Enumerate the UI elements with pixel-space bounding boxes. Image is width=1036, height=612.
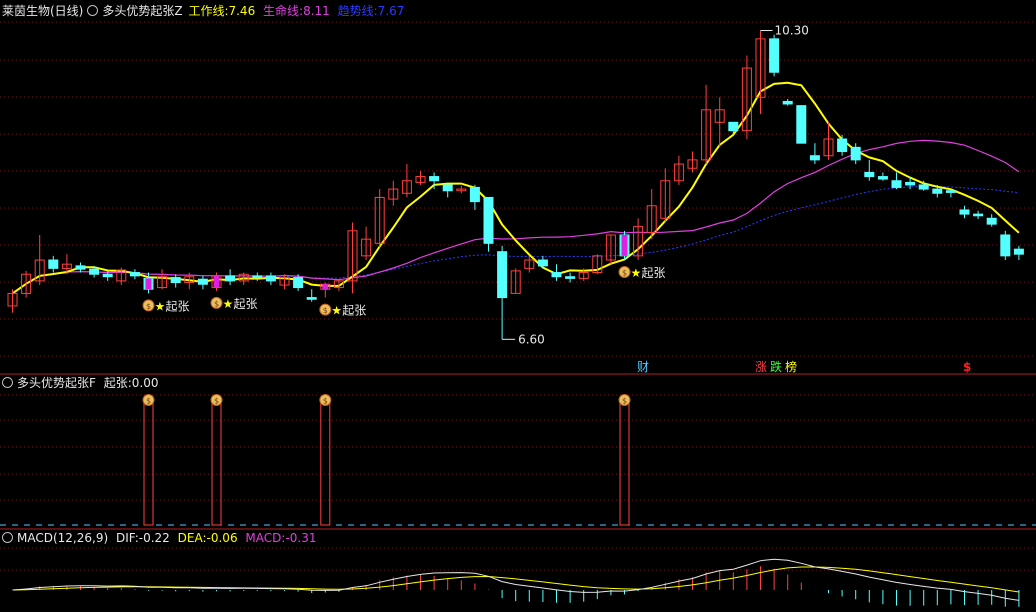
work-line-value: 7.46	[228, 4, 256, 18]
sub-panel-header: 多头优势起张F 起张:0.00	[2, 376, 163, 390]
candle-body	[809, 155, 820, 161]
money-bag-icon-glyph: $	[146, 397, 151, 406]
candle-body	[306, 297, 317, 300]
candle-body	[75, 265, 86, 270]
macd-label: MACD:	[245, 531, 286, 545]
signal-label: 起张	[342, 304, 366, 318]
candle-body	[728, 121, 739, 132]
candle-body	[551, 272, 562, 278]
star-icon: ★	[155, 299, 166, 313]
dea-label: DEA:	[177, 531, 207, 545]
trend-line-label: 趋势线:	[337, 4, 378, 18]
money-bag-icon-glyph: $	[214, 397, 219, 406]
candle-body	[864, 171, 875, 178]
candle-body	[197, 278, 208, 285]
signal-candle	[145, 278, 152, 290]
event-tag-dollar[interactable]: $	[963, 360, 971, 374]
dif-value: -0.22	[138, 531, 170, 545]
event-tag-cai[interactable]: 财	[637, 360, 649, 374]
life-line-value: 8.11	[303, 4, 330, 18]
money-bag-icon-glyph: $	[214, 299, 219, 308]
candle-body	[442, 184, 453, 192]
money-bag-icon-glyph: $	[622, 397, 627, 406]
candle-body	[782, 100, 793, 105]
work-line-label: 工作线:	[188, 4, 229, 18]
event-tag-bang[interactable]: 榜	[785, 360, 797, 374]
candle-body	[483, 196, 494, 244]
settings-gear-icon[interactable]	[87, 5, 99, 16]
stock-title: 莱茵生物(日线)	[2, 4, 84, 18]
settings-gear-icon[interactable]	[2, 377, 13, 388]
star-icon: ★	[331, 304, 342, 318]
main-panel-header: 莱茵生物(日线) 多头优势起张Z 工作线:7.46 生命线:8.11 趋势线:7.…	[2, 4, 408, 18]
macd-panel-header: MACD(12,26,9) DIF:-0.22 DEA:-0.06 MACD:-…	[2, 531, 321, 545]
candle-body	[293, 277, 304, 289]
event-tag-zhang[interactable]: 涨	[755, 360, 767, 374]
candle-body	[225, 275, 236, 282]
candle-body	[1013, 248, 1024, 255]
macd-value: -0.31	[285, 531, 317, 545]
candle-body	[877, 176, 888, 180]
money-bag-icon-glyph: $	[323, 306, 328, 315]
indicator-name: 多头优势起张Z	[102, 4, 183, 18]
candle-body	[905, 181, 916, 186]
signal-label: 起张	[642, 266, 666, 280]
signal-label: 起张	[234, 297, 258, 311]
signal-candle	[621, 234, 628, 256]
work-line	[11, 81, 1020, 295]
signal-candle	[213, 275, 220, 288]
candle-body	[837, 138, 848, 153]
money-bag-icon-glyph: $	[323, 397, 328, 406]
candle-body	[850, 146, 861, 161]
signal-label: 起张:	[103, 376, 132, 390]
candle-body	[945, 190, 956, 193]
event-tag-die[interactable]: 跌	[770, 360, 782, 374]
candle-body	[429, 176, 440, 182]
candle-body	[102, 273, 113, 278]
trend-line-value: 7.67	[377, 4, 405, 18]
candle-body	[986, 217, 997, 225]
macd-indicator-name: MACD(12,26,9)	[17, 531, 109, 545]
candle-body	[537, 259, 548, 267]
dif-label: DIF:	[115, 531, 139, 545]
candle-body	[48, 259, 59, 269]
star-icon: ★	[223, 297, 234, 311]
candle-body	[959, 209, 970, 215]
candle-body	[565, 276, 576, 279]
candle-body	[252, 275, 263, 279]
dea-line	[12, 566, 1019, 593]
money-bag-icon-glyph: $	[622, 269, 627, 278]
dea-value: -0.06	[206, 531, 238, 545]
candle-body	[932, 188, 943, 194]
candle-body	[170, 277, 181, 284]
candle-body	[89, 268, 100, 275]
candle-body	[918, 184, 929, 190]
signal-label: 起张	[166, 299, 190, 313]
signal-value: 0.00	[131, 376, 159, 390]
life-line-label: 生命线:	[263, 4, 304, 18]
candle-body	[769, 38, 780, 73]
candle-body	[973, 213, 984, 217]
candle-body	[265, 275, 276, 282]
sub-indicator-name: 多头优势起张F	[17, 376, 96, 390]
candle-body	[796, 105, 807, 144]
high-price-label: 10.30	[775, 24, 809, 38]
signal-candle	[322, 284, 329, 290]
low-price-label: 6.60	[518, 332, 545, 346]
star-icon: ★	[631, 266, 642, 280]
candle-body	[129, 272, 140, 277]
money-bag-icon-glyph: $	[146, 302, 151, 311]
settings-gear-icon[interactable]	[2, 532, 13, 543]
candle-body	[1000, 234, 1011, 257]
candle-body	[891, 180, 902, 188]
candle-body	[497, 251, 508, 299]
stock-chart[interactable]: $ ★ 起张 $ ★ 起张 $ ★ 起张$ ★ 起张10.306.60$ $ $ $	[0, 0, 1036, 612]
candle-body	[469, 186, 480, 203]
